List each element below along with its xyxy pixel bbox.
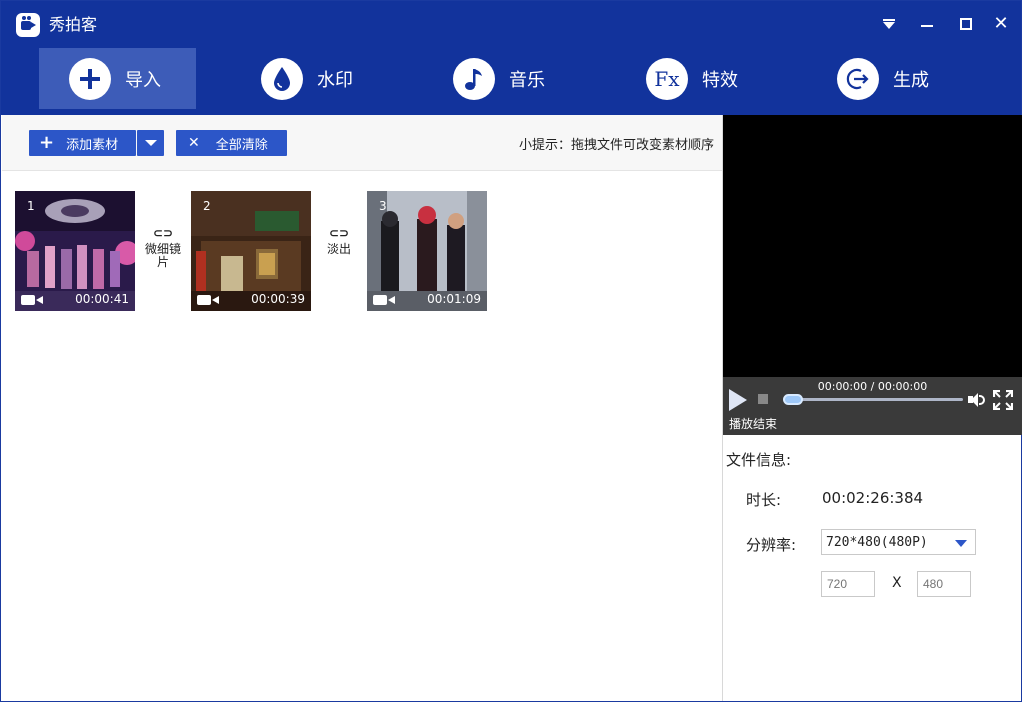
app-logo-icon: [16, 13, 40, 37]
tab-label: 导入: [125, 69, 161, 91]
duration-value: 00:02:26:384: [822, 489, 924, 507]
water-drop-icon: [261, 57, 303, 100]
clip-duration: 00:00:41: [75, 292, 129, 306]
play-status: 播放结束: [729, 417, 778, 431]
transition-link[interactable]: ⊂⊃ 淡出: [315, 227, 363, 256]
clip-index: 1: [27, 199, 35, 213]
resolution-value: 720*480(480P): [826, 535, 928, 550]
hint-text: 小提示：拖拽文件可改变素材顺序: [518, 138, 714, 153]
tab-import[interactable]: 导入: [39, 48, 196, 109]
dimension-separator: X: [892, 575, 902, 591]
tab-label: 生成: [893, 69, 929, 91]
close-icon[interactable]: ✕: [988, 11, 1014, 37]
header-bar: 秀拍客 ✕ 导入 水印 音乐 Fx 特效 生成: [1, 1, 1021, 115]
plus-icon: [69, 57, 111, 100]
video-camera-icon: [21, 295, 43, 305]
link-icon: ⊂⊃: [152, 226, 174, 240]
clear-all-button[interactable]: ✕ 全部清除: [176, 130, 287, 156]
plus-icon: +: [39, 132, 55, 153]
minimize-icon[interactable]: [914, 11, 940, 37]
tab-music[interactable]: 音乐: [453, 48, 545, 109]
app-window: 秀拍客 ✕ 导入 水印 音乐 Fx 特效 生成 + 添加素材 ✕ 全部清除 小提…: [0, 0, 1022, 702]
clip-index: 2: [203, 199, 211, 213]
menu-dropdown-icon[interactable]: [876, 11, 902, 37]
volume-icon[interactable]: [968, 392, 986, 408]
export-icon: [837, 57, 879, 100]
duration-label: 时长:: [746, 491, 782, 509]
maximize-icon[interactable]: [953, 11, 979, 37]
tab-effects[interactable]: Fx 特效: [646, 48, 738, 109]
player-controls: 00:00:00 / 00:00:00 播放结束: [723, 377, 1022, 435]
seek-slider[interactable]: [783, 394, 963, 405]
tab-label: 水印: [317, 69, 353, 91]
add-media-label: 添加素材: [66, 137, 119, 153]
clip-duration: 00:01:09: [427, 292, 481, 306]
transition-label: 微细镜片: [144, 242, 181, 269]
chevron-down-icon: [144, 140, 157, 146]
music-note-icon: [453, 57, 495, 100]
video-preview: [723, 115, 1022, 377]
add-media-button[interactable]: + 添加素材: [29, 130, 136, 156]
clip-thumbnail[interactable]: 1 00:00:41: [15, 191, 135, 311]
clip-thumbnail[interactable]: 3 00:01:09: [367, 191, 487, 311]
clip-index: 3: [379, 199, 387, 213]
height-input[interactable]: [917, 571, 971, 597]
add-media-dropdown[interactable]: [137, 130, 164, 156]
media-toolbar: + 添加素材 ✕ 全部清除 小提示：拖拽文件可改变素材顺序: [2, 115, 722, 171]
clear-all-label: 全部清除: [215, 137, 268, 153]
fx-icon: Fx: [646, 57, 688, 100]
tab-watermark[interactable]: 水印: [261, 48, 353, 109]
width-input[interactable]: [821, 571, 875, 597]
transition-link[interactable]: ⊂⊃ 微细镜片: [139, 227, 187, 269]
file-info-title: 文件信息:: [726, 451, 792, 469]
video-camera-icon: [197, 295, 219, 305]
link-icon: ⊂⊃: [328, 226, 350, 240]
tab-generate[interactable]: 生成: [837, 48, 929, 109]
resolution-select[interactable]: 720*480(480P): [821, 529, 976, 555]
app-title: 秀拍客: [49, 15, 98, 34]
clip-duration: 00:00:39: [251, 292, 305, 306]
seek-handle[interactable]: [783, 394, 803, 405]
resolution-label: 分辨率:: [746, 536, 797, 554]
fullscreen-icon[interactable]: [992, 389, 1014, 411]
transition-label: 淡出: [326, 242, 351, 256]
close-icon: ✕: [188, 135, 200, 151]
tab-label: 音乐: [509, 69, 545, 91]
chevron-down-icon: [955, 540, 967, 547]
play-icon[interactable]: [729, 389, 747, 411]
tab-label: 特效: [702, 69, 738, 91]
clip-thumbnail[interactable]: 2 00:00:39: [191, 191, 311, 311]
video-camera-icon: [373, 295, 395, 305]
stop-icon[interactable]: [758, 394, 768, 404]
media-area: 1 00:00:41 ⊂⊃ 微细镜片 2 00:00:39 ⊂⊃ 淡出 3 00…: [2, 172, 722, 700]
